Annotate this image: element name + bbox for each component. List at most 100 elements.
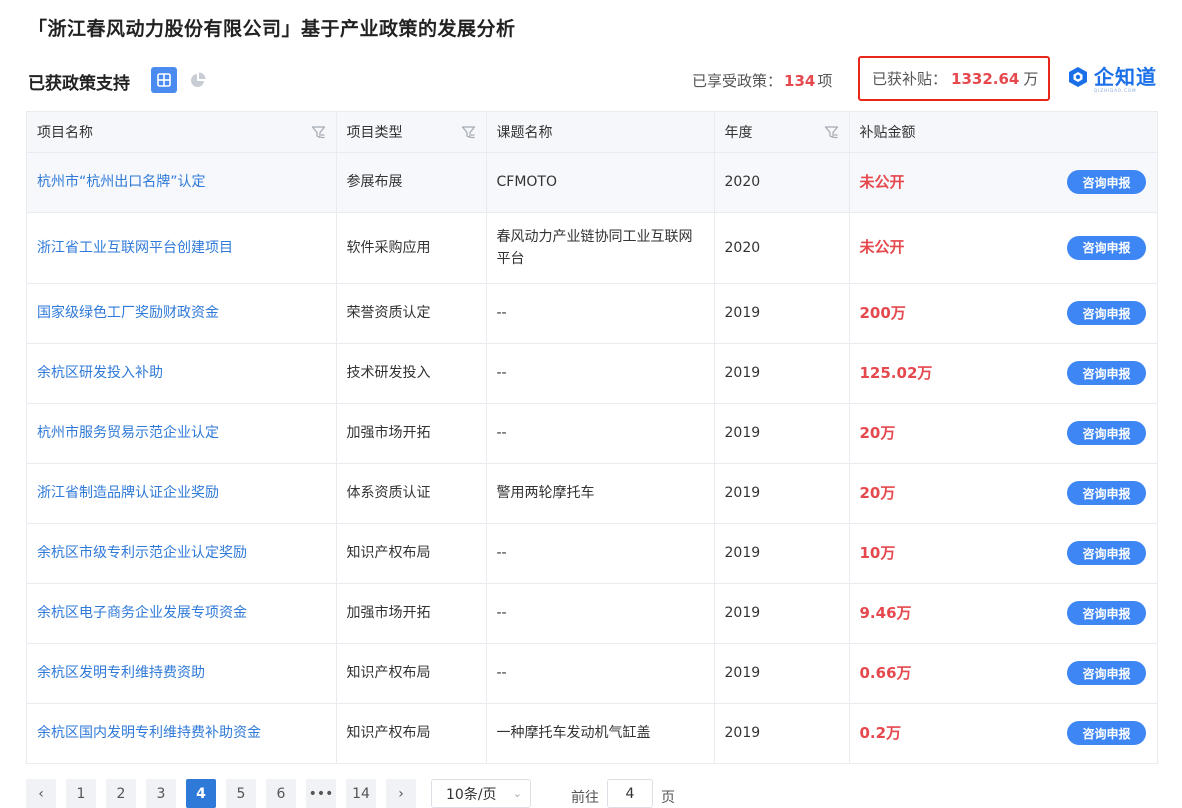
brand-domain: QIZHIDAO.COM — [1094, 88, 1137, 93]
section-title: 已获政策支持 — [28, 74, 130, 94]
project-link[interactable]: 余杭区市级专利示范企业认定奖励 — [37, 545, 247, 561]
table-row: 浙江省工业互联网平台创建项目 软件采购应用 春风动力产业链协同工业互联网平台 2… — [27, 212, 1157, 284]
amount-value: 未公开 — [859, 172, 905, 191]
page-button-4[interactable]: 4 — [186, 779, 216, 808]
table-view-button[interactable] — [151, 67, 177, 93]
consult-apply-button[interactable]: 咨询申报 — [1067, 601, 1146, 625]
amount-value: 125.02万 — [859, 363, 933, 382]
policy-count-unit: 项 — [817, 72, 833, 90]
cell-name[interactable]: 杭州市服务贸易示范企业认定 — [27, 403, 337, 464]
project-link[interactable]: 杭州市服务贸易示范企业认定 — [37, 425, 219, 441]
header-type: 项目类型 — [336, 112, 487, 153]
cell-name[interactable]: 余杭区市级专利示范企业认定奖励 — [27, 523, 337, 584]
next-page-button[interactable]: › — [386, 779, 416, 808]
pie-chart-icon — [191, 72, 206, 87]
project-link[interactable]: 余杭区发明专利维持费资助 — [37, 665, 205, 681]
cell-topic: -- — [486, 403, 715, 464]
grid-icon — [157, 73, 171, 87]
brand-name: 企知道 — [1094, 65, 1157, 89]
chart-view-button[interactable] — [189, 71, 207, 89]
project-link[interactable]: 余杭区国内发明专利维持费补助资金 — [37, 725, 261, 741]
brand-logo-icon — [1069, 67, 1087, 87]
project-link[interactable]: 浙江省工业互联网平台创建项目 — [37, 240, 233, 256]
prev-page-button[interactable]: ‹ — [26, 779, 56, 808]
consult-apply-button[interactable]: 咨询申报 — [1067, 721, 1146, 746]
page-jump-input[interactable] — [607, 779, 653, 808]
consult-apply-button[interactable]: 咨询申报 — [1067, 170, 1146, 194]
consult-apply-button[interactable]: 咨询申报 — [1067, 541, 1146, 565]
cell-amount: 未公开 咨询申报 — [849, 212, 1157, 284]
header-amount: 补贴金额 — [849, 112, 1157, 153]
cell-amount: 125.02万 咨询申报 — [849, 343, 1157, 404]
page-button-1[interactable]: 1 — [66, 779, 96, 808]
jump-suffix: 页 — [661, 790, 675, 806]
page-button-5[interactable]: 5 — [226, 779, 256, 808]
subsidy-label: 已获补贴： — [872, 70, 948, 88]
cell-type: 知识产权布局 — [336, 643, 487, 704]
filter-icon[interactable] — [824, 125, 839, 140]
page-button-6[interactable]: 6 — [266, 779, 296, 808]
header-year: 年度 — [714, 112, 850, 153]
cell-name[interactable]: 余杭区发明专利维持费资助 — [27, 643, 337, 704]
amount-value: 0.66万 — [859, 663, 912, 682]
consult-apply-button[interactable]: 咨询申报 — [1067, 481, 1146, 505]
project-link[interactable]: 浙江省制造品牌认证企业奖励 — [37, 485, 219, 501]
amount-value: 0.2万 — [859, 723, 902, 742]
table-row: 杭州市服务贸易示范企业认定 加强市场开拓 -- 2019 20万 咨询申报 — [27, 403, 1157, 464]
project-link[interactable]: 国家级绿色工厂奖励财政资金 — [37, 305, 219, 321]
cell-name[interactable]: 浙江省制造品牌认证企业奖励 — [27, 463, 337, 524]
cell-amount: 20万 咨询申报 — [849, 463, 1157, 524]
cell-year: 2019 — [714, 523, 850, 584]
table-row: 国家级绿色工厂奖励财政资金 荣誉资质认定 -- 2019 200万 咨询申报 — [27, 283, 1157, 344]
subsidy-total: 已获补贴： 1332.64 万 — [858, 56, 1050, 101]
cell-year: 2019 — [714, 283, 850, 344]
project-link[interactable]: 杭州市“杭州出口名牌”认定 — [37, 174, 206, 190]
brand-logo: 企知道 QIZHIDAO.COM — [1068, 65, 1157, 93]
page-button-14[interactable]: 14 — [346, 779, 376, 808]
filter-icon[interactable] — [311, 125, 326, 140]
table-row: 浙江省制造品牌认证企业奖励 体系资质认证 警用两轮摩托车 2019 20万 咨询申… — [27, 463, 1157, 524]
page-button-3[interactable]: 3 — [146, 779, 176, 808]
header-topic: 课题名称 — [486, 112, 715, 153]
cell-name[interactable]: 浙江省工业互联网平台创建项目 — [27, 212, 337, 284]
amount-value: 200万 — [859, 303, 906, 322]
table-row: 余杭区发明专利维持费资助 知识产权布局 -- 2019 0.66万 咨询申报 — [27, 643, 1157, 704]
cell-name[interactable]: 国家级绿色工厂奖励财政资金 — [27, 283, 337, 344]
header-type-label: 项目类型 — [346, 124, 403, 141]
cell-type: 加强市场开拓 — [336, 583, 487, 644]
cell-name[interactable]: 余杭区研发投入补助 — [27, 343, 337, 404]
cell-name[interactable]: 余杭区电子商务企业发展专项资金 — [27, 583, 337, 644]
cell-type: 体系资质认证 — [336, 463, 487, 524]
table-header-row: 项目名称 项目类型 课题名称 年度 补贴金额 — [27, 112, 1157, 153]
cell-name[interactable]: 杭州市“杭州出口名牌”认定 — [27, 152, 337, 213]
header-year-label: 年度 — [724, 124, 753, 141]
consult-apply-button[interactable]: 咨询申报 — [1067, 235, 1146, 260]
subsidy-amount: 1332.64 — [951, 69, 1020, 88]
page-size-select[interactable]: 10条/页 ⌄ — [431, 779, 531, 808]
page-button-2[interactable]: 2 — [106, 779, 136, 808]
cell-name[interactable]: 余杭区国内发明专利维持费补助资金 — [27, 703, 337, 763]
amount-value: 未公开 — [859, 238, 905, 256]
more-pages-button[interactable]: ••• — [306, 779, 336, 808]
project-link[interactable]: 余杭区研发投入补助 — [37, 365, 163, 381]
header-name-label: 项目名称 — [37, 124, 93, 141]
cell-type: 加强市场开拓 — [336, 403, 487, 464]
consult-apply-button[interactable]: 咨询申报 — [1067, 421, 1146, 445]
consult-apply-button[interactable]: 咨询申报 — [1067, 361, 1146, 385]
table-row: 余杭区国内发明专利维持费补助资金 知识产权布局 一种摩托车发动机气缸盖 2019… — [27, 703, 1157, 763]
policy-table: 项目名称 项目类型 课题名称 年度 补贴金额 杭州市“杭州出口名牌”认定 参展布… — [26, 111, 1158, 764]
project-link[interactable]: 余杭区电子商务企业发展专项资金 — [37, 605, 247, 621]
consult-apply-button[interactable]: 咨询申报 — [1067, 661, 1146, 685]
filter-icon[interactable] — [461, 125, 476, 140]
cell-type: 荣誉资质认定 — [336, 283, 487, 344]
page-title: 「浙江春风动力股份有限公司」基于产业政策的发展分析 — [28, 18, 516, 40]
policy-count-value: 134 — [784, 72, 816, 90]
cell-year: 2020 — [714, 212, 850, 284]
cell-type: 知识产权布局 — [336, 703, 487, 763]
consult-apply-button[interactable]: 咨询申报 — [1067, 301, 1146, 325]
cell-amount: 200万 咨询申报 — [849, 283, 1157, 344]
cell-topic: 警用两轮摩托车 — [486, 463, 715, 524]
cell-year: 2019 — [714, 463, 850, 524]
cell-type: 知识产权布局 — [336, 523, 487, 584]
cell-topic: -- — [486, 523, 715, 584]
